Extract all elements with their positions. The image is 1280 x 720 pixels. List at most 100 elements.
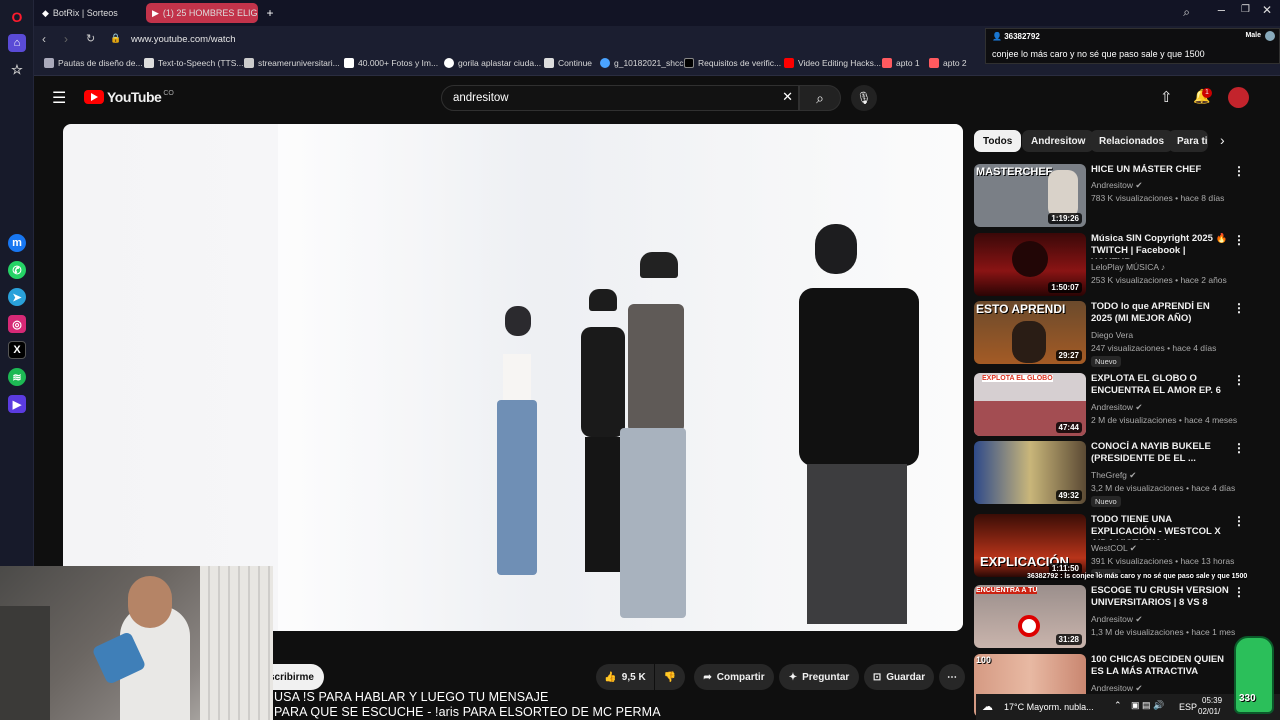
clock-date[interactable]: 02/01/ [1198,707,1220,716]
save-button[interactable]: ⊡ Guardar [864,664,934,690]
menu-hamburger-icon[interactable]: ☰ [52,88,66,108]
chat-label: Male [1245,32,1261,39]
chip-para-ti[interactable]: Para ti [1168,130,1208,152]
tab-botrix[interactable]: ◆ BotRix | Sorteos [36,3,144,23]
weather-icon: ☁ [982,701,993,713]
more-options-icon[interactable]: ⋮ [1233,301,1245,315]
video-title: 100 CHICAS DECIDEN QUIEN ES LA MÁS ATRAC… [1091,654,1225,677]
messenger-icon[interactable]: m [8,234,26,252]
instagram-icon[interactable]: ◎ [8,315,26,333]
video-meta: 1,3 M de visualizaciones • hace 1 mes [1091,627,1236,637]
avatar[interactable] [1228,87,1249,108]
notification-count-badge: 1 [1202,88,1212,98]
country-code: CO [163,89,174,97]
home-icon[interactable]: ⌂ [8,34,26,52]
new-badge: Nuevo [1091,496,1121,507]
more-options-icon[interactable]: ⋮ [1233,514,1245,528]
back-icon[interactable]: ‹ [42,32,46,46]
channel-name: Andresitow ✔ [1091,614,1143,624]
list-item[interactable]: MASTERCHEF 1:19:26 HICE UN MÁSTER CHEF A… [974,164,1245,228]
dislike-button[interactable]: 👎 [655,664,685,690]
microphone-icon[interactable]: 🎙 [851,85,877,111]
chip-todos[interactable]: Todos [974,130,1022,152]
chat-overlay: 👤 36382792 Male conjee lo más caro y no … [985,28,1280,64]
bookmark-item[interactable]: apto 1 [882,58,920,68]
more-options-icon[interactable]: ⋮ [1233,585,1245,599]
bookmarks-star-icon[interactable]: ☆ [8,61,26,79]
minimize-icon[interactable]: – [1218,2,1225,17]
tray-chevron-icon[interactable]: ⌃ [1114,700,1122,711]
chip-andresitow[interactable]: Andresitow [1022,130,1095,152]
tab-label: BotRix | Sorteos [52,8,118,18]
video-title: CONOCÍ A NAYIB BUKELE (PRESIDENTE DE EL … [1091,441,1211,464]
bookmark-item[interactable]: g_10182021_shcc [600,58,683,68]
opera-logo-icon[interactable]: O [8,8,26,26]
bookmark-item[interactable]: Pautas de diseño de... [44,58,143,68]
spotify-icon[interactable]: ≋ [8,368,26,386]
maximize-icon[interactable]: ❐ [1241,4,1250,15]
player-icon[interactable]: ▶ [8,395,26,413]
video-thumbnail: EXPLOTA EL GLOBO 47:44 [974,373,1086,436]
telegram-icon[interactable]: ➤ [8,288,26,306]
bookmark-item[interactable]: apto 2 [929,58,967,68]
channel-name: WestCOL ✔ [1091,543,1137,553]
reload-icon[interactable]: ↻ [86,32,95,45]
list-item[interactable]: EXPLICACIÓN 1:11:50 TODO TIENE UNA EXPLI… [974,514,1245,580]
more-options-icon[interactable]: ⋮ [1233,233,1245,247]
bookmark-item[interactable]: gorila aplastar ciuda... [444,58,541,68]
more-actions-button[interactable]: ⋯ [939,664,965,690]
channel-name: TheGrefg ✔ [1091,470,1137,480]
bookmark-save-icon: ⊡ [872,671,882,683]
bookmark-item[interactable]: 40.000+ Fotos y Im... [344,58,438,68]
bookmark-item[interactable]: streameruniversitari... [244,58,340,68]
person-tanktop-figure [598,252,706,622]
bookmark-item[interactable]: Continue [544,58,592,68]
upload-icon[interactable]: ⇧ [1160,88,1173,106]
close-window-icon[interactable]: ✕ [1262,3,1272,17]
video-thumbnail: ESTO APRENDI 29:27 [974,301,1086,364]
search-input[interactable]: andresitow ✕ [441,85,799,111]
window-blinds [200,566,273,720]
video-title: ESCOGE TU CRUSH VERSION UNIVERSITARIOS |… [1091,585,1229,608]
search-tabs-icon[interactable]: ⌕ [1183,5,1190,20]
bookmark-item[interactable]: Text-to-Speech (TTS... [144,58,244,68]
list-item[interactable]: 1:50:07 Música SIN Copyright 2025 🔥 TWIT… [974,233,1245,297]
tray-icons[interactable]: ▣ ▤ 🔊 [1131,700,1164,711]
more-options-icon[interactable]: ⋮ [1233,373,1245,387]
list-item[interactable]: 49:32 CONOCÍ A NAYIB BUKELE (PRESIDENTE … [974,441,1245,507]
whatsapp-icon[interactable]: ✆ [8,261,26,279]
list-item[interactable]: ESTO APRENDI 29:27 TODO lo que APRENDÍ E… [974,301,1245,367]
share-button[interactable]: ➦ Compartir [694,664,774,690]
search-button-icon[interactable]: ⌕ [799,85,841,111]
list-item[interactable]: EXPLOTA EL GLOBO 47:44 EXPLOTA EL GLOBO … [974,373,1245,437]
more-options-icon[interactable]: ⋮ [1233,164,1245,178]
webcam-overlay [0,566,273,720]
chip-relacionados[interactable]: Relacionados [1090,130,1174,152]
chat-ticker: 36382792 : ls conjee lo más caro y no sé… [1027,573,1248,580]
channel-name: Andresitow ✔ [1091,180,1143,190]
clock-time[interactable]: 05:39 [1202,696,1222,705]
forward-icon[interactable]: › [64,32,68,46]
list-item[interactable]: ENCUENTRA A TU 31:28 ESCOGE TU CRUSH VER… [974,585,1245,649]
more-options-icon[interactable]: ⋮ [1233,441,1245,455]
tab-youtube-active[interactable]: ▶ (1) 25 HOMBRES ELIGEN [146,3,258,23]
room-lamp [0,606,50,720]
widget-counter: 330 [1239,693,1256,704]
weather-text[interactable]: 17°C Mayorm. nubla... [1004,702,1094,712]
thumbs-up-icon: 👍 [604,671,617,683]
video-player[interactable] [63,124,963,631]
bookmark-item[interactable]: Requisitos de verific... [684,58,781,68]
ask-button[interactable]: ✦ Preguntar [779,664,859,690]
chevron-right-icon[interactable]: › [1220,132,1225,148]
x-twitter-icon[interactable]: X [8,341,26,359]
video-title: TODO lo que APRENDÍ EN 2025 (MI MEJOR AÑ… [1091,301,1210,324]
clear-search-icon[interactable]: ✕ [782,89,793,105]
chat-message: conjee lo más caro y no sé que paso sale… [992,49,1205,59]
video-meta: 2 M de visualizaciones • hace 4 meses [1091,415,1238,425]
youtube-logo[interactable]: YouTube CO [84,89,174,105]
bookmark-item[interactable]: Video Editing Hacks... [784,58,881,68]
like-button[interactable]: 👍 9,5 K [596,664,654,690]
new-tab-plus-icon[interactable]: + [262,3,278,23]
language-indicator[interactable]: ESP [1179,702,1197,712]
url-field[interactable]: www.youtube.com/watch [131,34,236,45]
